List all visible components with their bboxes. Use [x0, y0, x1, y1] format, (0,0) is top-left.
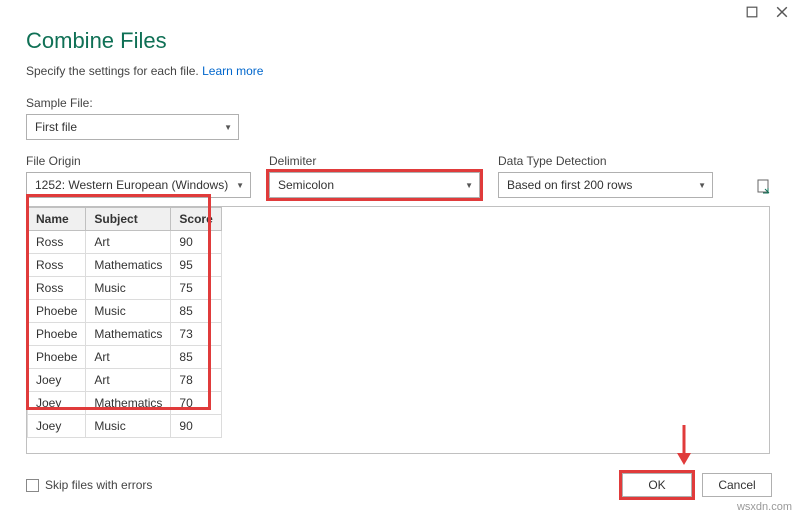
table-cell: Art: [86, 231, 171, 254]
table-cell: 73: [171, 323, 221, 346]
table-cell: 85: [171, 300, 221, 323]
sample-file-section: Sample File: First file ▼: [26, 96, 772, 140]
delimiter-section: Delimiter Semicolon ▼: [269, 154, 480, 198]
table-cell: 95: [171, 254, 221, 277]
delimiter-label: Delimiter: [269, 154, 480, 168]
table-cell: Joey: [28, 392, 86, 415]
table-cell: 75: [171, 277, 221, 300]
ok-button[interactable]: OK: [622, 473, 692, 497]
table-row: PhoebeMusic85: [28, 300, 222, 323]
delimiter-dropdown[interactable]: Semicolon ▼: [269, 172, 480, 198]
table-cell: Phoebe: [28, 346, 86, 369]
table-cell: Mathematics: [86, 254, 171, 277]
detection-label: Data Type Detection: [498, 154, 713, 168]
detection-dropdown[interactable]: Based on first 200 rows ▼: [498, 172, 713, 198]
chevron-down-icon: ▼: [236, 181, 244, 190]
table-cell: Ross: [28, 254, 86, 277]
table-cell: Phoebe: [28, 300, 86, 323]
refresh-preview-icon[interactable]: [756, 178, 772, 194]
table-cell: 70: [171, 392, 221, 415]
table-cell: Art: [86, 369, 171, 392]
table-row: JoeyMusic90: [28, 415, 222, 438]
table-row: JoeyMathematics70: [28, 392, 222, 415]
table-cell: Music: [86, 415, 171, 438]
delimiter-value: Semicolon: [278, 178, 334, 192]
detection-section: Data Type Detection Based on first 200 r…: [498, 154, 713, 198]
table-cell: Ross: [28, 277, 86, 300]
detection-value: Based on first 200 rows: [507, 178, 632, 192]
page-subtitle: Specify the settings for each file. Lear…: [26, 64, 772, 78]
file-origin-dropdown[interactable]: 1252: Western European (Windows) ▼: [26, 172, 251, 198]
learn-more-link[interactable]: Learn more: [202, 64, 263, 78]
page-title: Combine Files: [26, 28, 772, 54]
table-cell: Mathematics: [86, 323, 171, 346]
table-cell: 85: [171, 346, 221, 369]
file-origin-label: File Origin: [26, 154, 251, 168]
sample-file-dropdown[interactable]: First file ▼: [26, 114, 239, 140]
watermark: wsxdn.com: [737, 501, 792, 513]
maximize-icon[interactable]: [746, 6, 758, 18]
column-header[interactable]: Score: [171, 208, 221, 231]
sample-file-label: Sample File:: [26, 96, 772, 110]
chevron-down-icon: ▼: [698, 181, 706, 190]
preview-table: NameSubjectScoreRossArt90RossMathematics…: [27, 207, 222, 438]
skip-errors-checkbox[interactable]: Skip files with errors: [26, 478, 152, 492]
table-cell: Mathematics: [86, 392, 171, 415]
table-cell: Ross: [28, 231, 86, 254]
table-row: JoeyArt78: [28, 369, 222, 392]
table-cell: Joey: [28, 369, 86, 392]
file-origin-section: File Origin 1252: Western European (Wind…: [26, 154, 251, 198]
column-header[interactable]: Subject: [86, 208, 171, 231]
table-cell: Art: [86, 346, 171, 369]
file-origin-value: 1252: Western European (Windows): [35, 178, 228, 192]
table-cell: 78: [171, 369, 221, 392]
chevron-down-icon: ▼: [224, 123, 232, 132]
table-cell: 90: [171, 231, 221, 254]
table-cell: Music: [86, 300, 171, 323]
table-cell: Joey: [28, 415, 86, 438]
cancel-button[interactable]: Cancel: [702, 473, 772, 497]
table-row: RossMathematics95: [28, 254, 222, 277]
close-icon[interactable]: [776, 6, 788, 18]
skip-errors-label: Skip files with errors: [45, 478, 152, 492]
column-header[interactable]: Name: [28, 208, 86, 231]
table-row: PhoebeMathematics73: [28, 323, 222, 346]
checkbox-icon: [26, 479, 39, 492]
sample-file-value: First file: [35, 120, 77, 134]
table-cell: 90: [171, 415, 221, 438]
subtitle-text: Specify the settings for each file.: [26, 64, 199, 78]
table-cell: Phoebe: [28, 323, 86, 346]
table-row: PhoebeArt85: [28, 346, 222, 369]
table-row: RossMusic75: [28, 277, 222, 300]
preview-panel: NameSubjectScoreRossArt90RossMathematics…: [26, 206, 770, 454]
table-row: RossArt90: [28, 231, 222, 254]
table-cell: Music: [86, 277, 171, 300]
chevron-down-icon: ▼: [465, 181, 473, 190]
